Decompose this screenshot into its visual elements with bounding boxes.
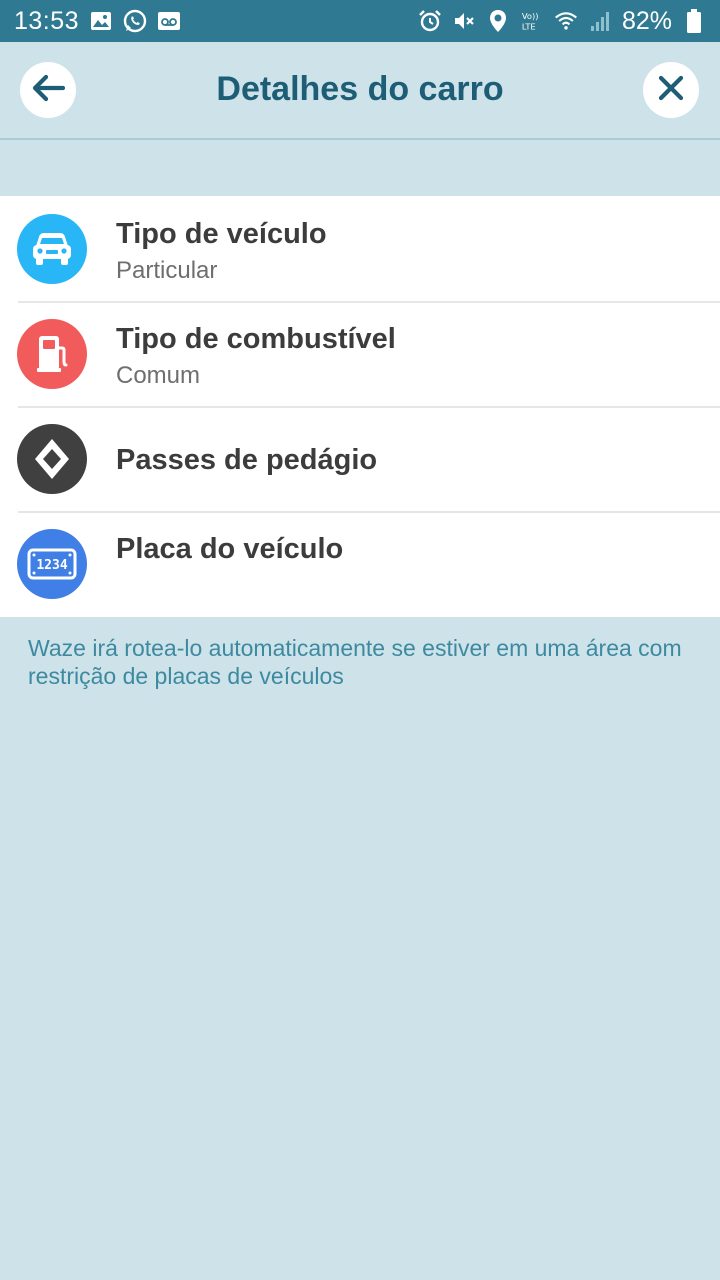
gallery-icon — [89, 9, 113, 33]
list-item-license-plate[interactable]: 1234 Placa do veículo — [0, 511, 720, 616]
app-header: Detalhes do carro — [0, 42, 720, 140]
location-icon — [486, 9, 510, 33]
list-item-toll-passes[interactable]: Passes de pedágio — [0, 406, 720, 511]
whatsapp-icon — [123, 9, 147, 33]
status-bar: 13:53 Vo)) LTE 82% — [0, 0, 720, 42]
page-title: Detalhes do carro — [216, 70, 504, 108]
close-button[interactable] — [643, 62, 699, 118]
toll-diamond-icon — [17, 424, 87, 494]
battery-icon — [682, 9, 706, 33]
vehicle-type-value: Particular — [116, 257, 218, 284]
plate-restriction-note: Waze irá rotea-lo automaticamente se est… — [28, 635, 682, 689]
plate-number-text: 1234 — [36, 558, 67, 573]
vehicle-type-label: Tipo de veículo — [116, 218, 327, 250]
battery-percent: 82% — [621, 6, 672, 35]
license-plate-icon: 1234 — [17, 529, 87, 599]
list-item-fuel-type[interactable]: Tipo de combustível Comum — [0, 301, 720, 406]
car-icon — [17, 214, 87, 284]
fuel-type-value: Comum — [116, 362, 201, 389]
alarm-icon — [418, 9, 442, 33]
status-time: 13:53 — [14, 6, 80, 35]
fuel-type-label: Tipo de combustível — [116, 323, 396, 355]
voicemail-icon — [157, 9, 181, 33]
car-details-list: Tipo de veículo Particular Tipo de combu… — [0, 196, 720, 617]
license-plate-label: Placa do veículo — [116, 533, 344, 565]
svg-text:Vo)): Vo)) — [522, 11, 539, 21]
list-item-vehicle-type[interactable]: Tipo de veículo Particular — [0, 196, 720, 301]
status-bar-left: 13:53 — [14, 7, 181, 36]
volte-lte-icon: Vo)) LTE — [520, 9, 544, 33]
signal-icon — [588, 9, 612, 33]
wifi-icon — [554, 9, 578, 33]
fuel-pump-icon — [17, 319, 87, 389]
status-bar-right: Vo)) LTE 82% — [418, 7, 706, 36]
svg-text:LTE: LTE — [522, 21, 536, 31]
mute-icon — [452, 9, 476, 33]
close-icon — [657, 74, 685, 107]
toll-passes-label: Passes de pedágio — [116, 444, 378, 476]
